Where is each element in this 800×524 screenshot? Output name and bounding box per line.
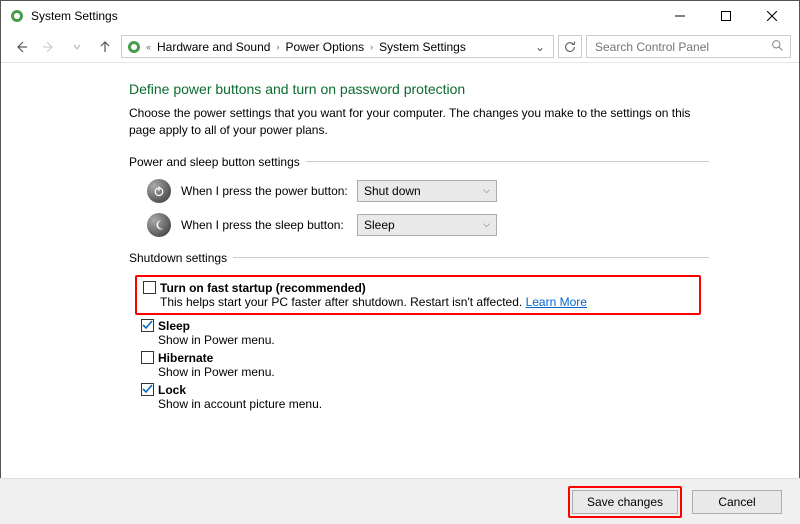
hibernate-option-label: Hibernate [158, 351, 213, 365]
lock-checkbox[interactable] [141, 383, 154, 396]
dropdown-value: Shut down [364, 184, 421, 198]
shutdown-group-header: Shutdown settings [129, 251, 709, 265]
save-button-highlight: Save changes [568, 486, 682, 518]
chevron-down-icon: ⌵ [483, 219, 490, 230]
sleep-option-label: Sleep [158, 319, 190, 333]
chevron-down-icon: ⌵ [483, 185, 490, 196]
chevron-right-icon: › [368, 42, 375, 52]
sleep-option-desc: Show in Power menu. [158, 333, 709, 347]
chevron-left-icon: « [144, 42, 153, 52]
location-icon [126, 39, 142, 55]
back-button[interactable] [9, 35, 33, 59]
hibernate-option-desc: Show in Power menu. [158, 365, 709, 379]
lock-option-label: Lock [158, 383, 186, 397]
sleep-button-dropdown[interactable]: Sleep ⌵ [357, 214, 497, 236]
footer-bar: Save changes Cancel [0, 478, 800, 524]
save-button[interactable]: Save changes [572, 490, 678, 514]
minimize-button[interactable] [657, 1, 703, 31]
breadcrumb-dropdown-icon[interactable]: ⌄ [531, 40, 549, 54]
refresh-button[interactable] [558, 35, 582, 58]
sleep-icon [147, 213, 171, 237]
hibernate-option: Hibernate Show in Power menu. [141, 351, 709, 379]
power-icon [147, 179, 171, 203]
divider [306, 161, 709, 162]
chevron-right-icon: › [274, 42, 281, 52]
power-button-label: When I press the power button: [181, 184, 357, 198]
group-label: Power and sleep button settings [129, 155, 300, 169]
titlebar: System Settings [1, 1, 799, 31]
lock-option-desc: Show in account picture menu. [158, 397, 709, 411]
search-icon[interactable] [771, 39, 784, 55]
fast-startup-label: Turn on fast startup (recommended) [160, 281, 366, 295]
close-button[interactable] [749, 1, 795, 31]
navbar: « Hardware and Sound › Power Options › S… [1, 31, 799, 63]
search-box[interactable] [586, 35, 791, 58]
fast-startup-desc: This helps start your PC faster after sh… [160, 295, 693, 309]
page-heading: Define power buttons and turn on passwor… [129, 81, 709, 97]
group-label: Shutdown settings [129, 251, 227, 265]
app-icon [9, 8, 25, 24]
window-title: System Settings [31, 9, 118, 23]
fast-startup-checkbox[interactable] [143, 281, 156, 294]
fast-startup-highlight: Turn on fast startup (recommended) This … [135, 275, 701, 315]
divider [233, 257, 709, 258]
maximize-button[interactable] [703, 1, 749, 31]
content-area: Define power buttons and turn on passwor… [1, 63, 799, 479]
breadcrumb-item[interactable]: Power Options [283, 40, 366, 54]
power-button-row: When I press the power button: Shut down… [147, 179, 709, 203]
sleep-button-label: When I press the sleep button: [181, 218, 357, 232]
recent-locations-button[interactable] [65, 35, 89, 59]
dropdown-value: Sleep [364, 218, 395, 232]
breadcrumb-item[interactable]: System Settings [377, 40, 468, 54]
sleep-checkbox[interactable] [141, 319, 154, 332]
lock-option: Lock Show in account picture menu. [141, 383, 709, 411]
cancel-button[interactable]: Cancel [692, 490, 782, 514]
breadcrumb[interactable]: « Hardware and Sound › Power Options › S… [121, 35, 554, 58]
hibernate-checkbox[interactable] [141, 351, 154, 364]
up-button[interactable] [93, 35, 117, 59]
sleep-button-row: When I press the sleep button: Sleep ⌵ [147, 213, 709, 237]
breadcrumb-item[interactable]: Hardware and Sound [155, 40, 272, 54]
power-button-group-header: Power and sleep button settings [129, 155, 709, 169]
power-button-dropdown[interactable]: Shut down ⌵ [357, 180, 497, 202]
search-input[interactable] [593, 39, 771, 55]
sleep-option: Sleep Show in Power menu. [141, 319, 709, 347]
page-description: Choose the power settings that you want … [129, 105, 709, 139]
forward-button[interactable] [37, 35, 61, 59]
learn-more-link[interactable]: Learn More [526, 295, 587, 309]
